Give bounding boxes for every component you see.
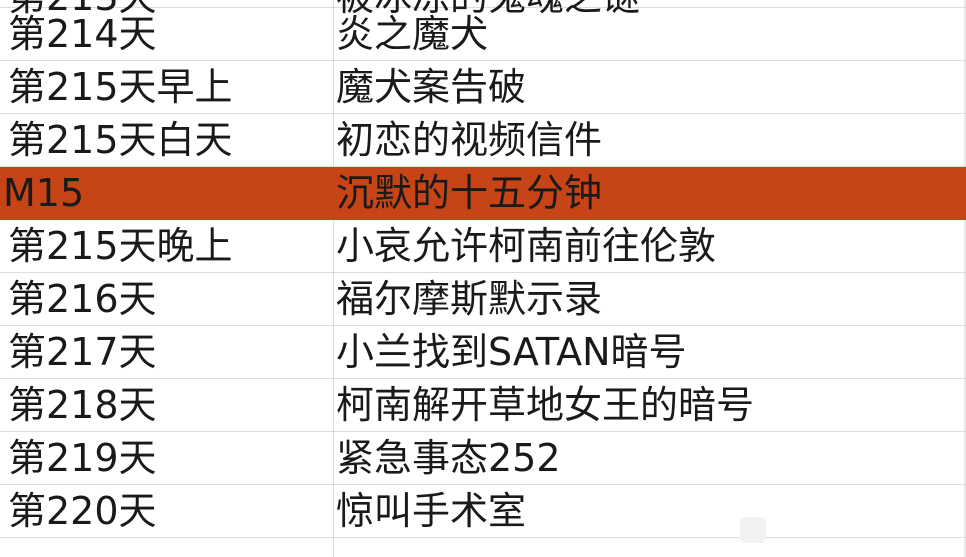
watermark-icon [740, 517, 766, 543]
cell-day[interactable]: 第219天 [8, 432, 326, 484]
cell-day[interactable]: 第215天白天 [8, 114, 326, 166]
cell-title[interactable]: 紧急事态252 [336, 432, 956, 484]
cell-title[interactable]: 沉默的十五分钟 [336, 167, 956, 219]
table-row[interactable]: 第218天 柯南解开草地女王的暗号 [0, 379, 966, 432]
cell-title[interactable]: 小兰找到SATAN暗号 [336, 326, 956, 378]
cell-title[interactable]: 初恋的视频信件 [336, 114, 956, 166]
cell-day[interactable]: 第214天 [8, 8, 326, 60]
table-row[interactable]: 第215天早上 魔犬案告破 [0, 61, 966, 114]
cell-title[interactable]: 惊叫手术室 [336, 485, 956, 537]
cell-day[interactable]: 第216天 [8, 273, 326, 325]
cell-title[interactable]: 炎之魔犬 [336, 8, 956, 60]
cell-day[interactable]: M15 [3, 167, 321, 219]
cell-title[interactable]: 小哀允许柯南前往伦敦 [336, 220, 956, 272]
spreadsheet: 第213天 被冰冻的鬼魂之谜 第214天 炎之魔犬 第215天早上 魔犬案告破 … [0, 0, 966, 557]
cell-day[interactable]: 第220天 [8, 485, 326, 537]
table-row[interactable]: 第215天白天 初恋的视频信件 [0, 114, 966, 167]
table-body: 第213天 被冰冻的鬼魂之谜 第214天 炎之魔犬 第215天早上 魔犬案告破 … [0, 0, 966, 538]
table-row[interactable]: 第217天 小兰找到SATAN暗号 [0, 326, 966, 379]
cell-title[interactable]: 柯南解开草地女王的暗号 [336, 379, 956, 431]
cell-title[interactable]: 魔犬案告破 [336, 61, 956, 113]
table-row[interactable]: 第219天 紧急事态252 [0, 432, 966, 485]
table-row-highlighted[interactable]: M15 沉默的十五分钟 [0, 167, 966, 220]
cell-title[interactable]: 福尔摩斯默示录 [336, 273, 956, 325]
cell-day[interactable]: 第215天早上 [8, 61, 326, 113]
cell-day[interactable]: 第218天 [8, 379, 326, 431]
cell-day[interactable]: 第215天晚上 [8, 220, 326, 272]
table-row[interactable]: 第216天 福尔摩斯默示录 [0, 273, 966, 326]
table-row[interactable]: 第214天 炎之魔犬 [0, 8, 966, 61]
table-row[interactable]: 第220天 惊叫手术室 [0, 485, 966, 538]
table-row[interactable]: 第215天晚上 小哀允许柯南前往伦敦 [0, 220, 966, 273]
table-row-partial[interactable]: 第213天 被冰冻的鬼魂之谜 [0, 0, 966, 19]
cell-day[interactable]: 第217天 [8, 326, 326, 378]
